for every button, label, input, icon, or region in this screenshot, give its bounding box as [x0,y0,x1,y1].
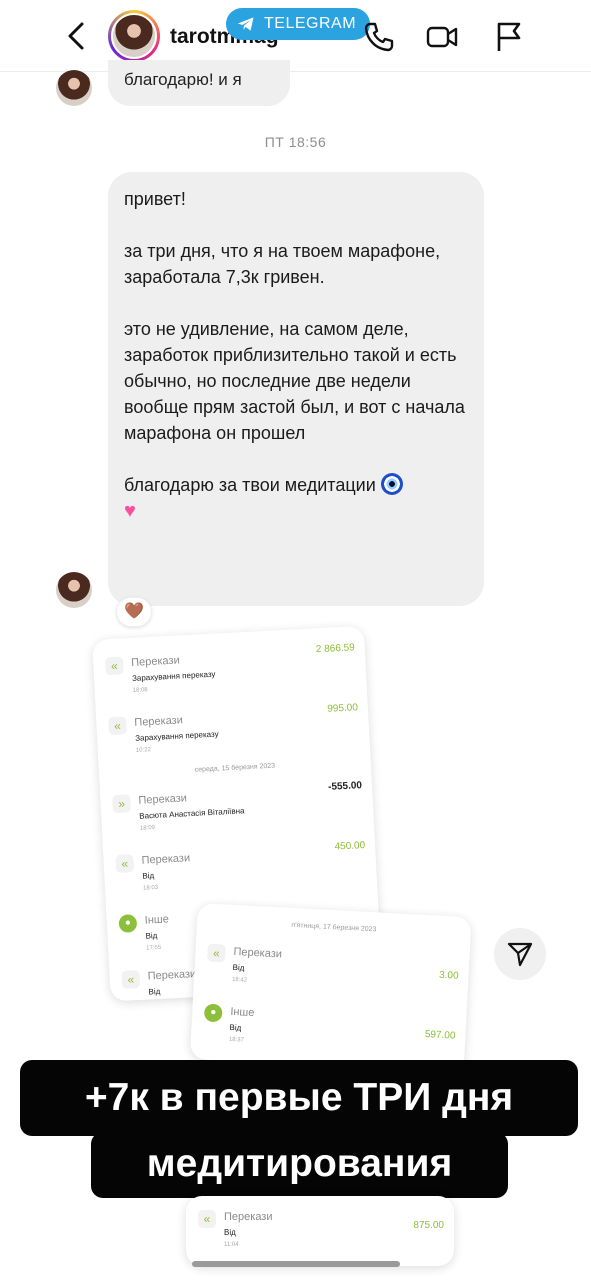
transaction-category: Інше [144,913,170,927]
transfer-out-icon: » [112,794,132,814]
transaction-amount: 2 866.59 [315,642,356,656]
transaction-desc: Від [229,1022,242,1033]
transaction-time: 18:37 [228,1036,245,1044]
heart-reaction[interactable]: 🤎 [116,597,152,627]
telegram-icon [237,17,254,31]
transfer-icon: « [198,1210,216,1228]
heart-arrow-icon: ♥ [124,500,136,522]
transaction-time: 18:09 [139,824,156,832]
transfer-icon: « [115,854,135,874]
back-icon[interactable] [62,18,92,54]
transaction-category: Перекази [138,792,188,807]
transfer-icon: « [104,656,124,676]
phone-icon[interactable] [362,20,396,54]
transaction-category: Перекази [141,852,191,867]
home-indicator[interactable] [192,1261,400,1267]
caption-line-1: +7к в первые ТРИ дня [20,1060,578,1136]
sender-avatar-2[interactable] [56,572,92,608]
transaction-desc: Васюта Анастасія Віталіївна [139,806,245,821]
message-bubble-main[interactable]: привет! за три дня, что я на твоем мараф… [108,172,484,606]
message-paragraph-1: привет! [124,189,186,209]
message-paragraph-2: за три дня, что я на твоем марафоне, зар… [124,241,441,287]
message-paragraph-4: благодарю за твои медитации ♥ [124,472,468,524]
transaction-time: 11:04 [224,1242,239,1248]
transaction-category: Перекази [233,945,283,961]
transaction-desc: Від [145,930,158,941]
transfer-icon: « [108,716,127,736]
transaction-category: Перекази [130,654,181,669]
transaction-desc: Від [232,962,245,973]
chat-header: tarotmmag TELEGRAM [0,0,591,72]
transaction-time: 17:55 [146,944,162,952]
other-icon: ● [118,914,138,933]
flag-icon[interactable] [492,20,526,54]
nazar-amulet-icon [380,473,403,495]
transfer-icon: « [206,943,226,963]
transaction-desc: Від [224,1228,236,1237]
transaction-time: 18:42 [231,976,248,984]
send-icon [507,942,533,967]
transaction-time: 18:08 [132,687,148,694]
transaction-category: Перекази [134,714,184,729]
transaction-amount: 450.00 [334,839,366,853]
video-call-icon[interactable] [425,20,459,54]
message-paragraph-3: это не удивление, на самом деле, заработ… [124,319,465,443]
transaction-amount: 597.00 [424,1029,456,1042]
transaction-row: « Перекази Від 11:04 875.00 [198,1208,454,1266]
transaction-time: 10:22 [135,747,152,754]
transaction-category: Перекази [147,968,197,983]
date-separator: п'ятниця, 17 березня 2023 [291,921,377,934]
transaction-time: 18:03 [142,884,159,892]
bank-screenshot-3[interactable]: « Перекази Від 11:04 875.00 [186,1196,454,1266]
message-bubble-thanks[interactable]: благодарю! и я [108,60,290,106]
transaction-desc: Від [142,871,155,881]
transaction-desc: Зарахування переказу [134,729,219,743]
profile-avatar[interactable] [108,10,160,62]
telegram-badge: TELEGRAM [226,8,371,40]
message-paragraph-4-text: благодарю за твои медитации [124,475,376,495]
transfer-icon: « [121,969,141,989]
caption-line-2: медитирования [91,1132,508,1198]
sender-avatar[interactable] [56,70,92,106]
other-icon: ● [203,1003,223,1023]
transaction-desc: Зарахування переказу [131,669,216,683]
message-timestamp: ПТ 18:56 [264,134,327,150]
bank-screenshot-2[interactable]: п'ятниця, 17 березня 2023 « Перекази Від… [189,903,472,1074]
transaction-desc: Від [148,986,161,997]
transaction-category: Перекази [224,1211,273,1223]
transaction-amount: 3.00 [438,969,459,982]
transaction-amount: 995.00 [327,702,359,715]
transaction-amount: 875.00 [413,1220,444,1231]
telegram-badge-label: TELEGRAM [264,15,357,32]
transaction-amount: -555.00 [327,780,363,793]
transaction-category: Інше [230,1005,255,1020]
share-button[interactable] [494,928,546,980]
